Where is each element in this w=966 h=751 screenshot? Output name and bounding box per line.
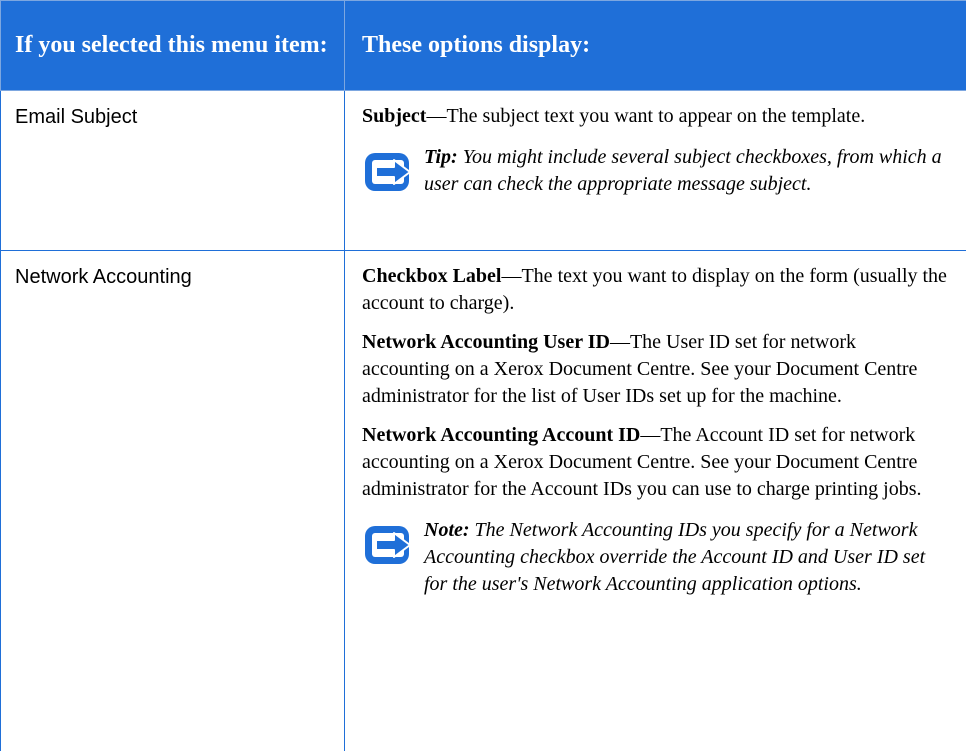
option-description: Network Accounting User ID—The User ID s… [362,329,948,410]
table-header-row: If you selected this menu item: These op… [0,0,966,91]
table-row: Email Subject Subject—The subject text y… [0,90,966,251]
note-text: Note: The Network Accounting IDs you spe… [424,517,948,598]
right-arrow-note-icon [365,526,411,564]
note-label: Note: [424,519,470,541]
note-callout: Note: The Network Accounting IDs you spe… [362,517,948,598]
options-cell: Checkbox Label—The text you want to disp… [344,250,966,751]
note-body: The Network Accounting IDs you specify f… [424,519,926,595]
option-description: Subject—The subject text you want to app… [362,103,948,130]
tip-label: Tip: [424,146,458,168]
option-text: —The subject text you want to appear on … [426,105,866,127]
option-term: Network Accounting User ID [362,331,610,353]
tip-text: Tip: You might include several subject c… [424,144,948,198]
option-description: Checkbox Label—The text you want to disp… [362,263,948,317]
column-header-options: These options display: [344,0,966,91]
menu-item-cell: Email Subject [0,90,345,251]
option-term: Subject [362,105,427,127]
document-page: If you selected this menu item: These op… [0,0,966,751]
column-header-menu-item: If you selected this menu item: [0,0,345,91]
option-term: Checkbox Label [362,265,502,287]
right-arrow-note-icon [365,153,411,191]
options-cell: Subject—The subject text you want to app… [344,90,966,251]
table-row: Network Accounting Checkbox Label—The te… [0,250,966,751]
menu-item-cell: Network Accounting [0,250,345,751]
tip-callout: Tip: You might include several subject c… [362,144,948,198]
option-description: Network Accounting Account ID—The Accoun… [362,422,948,503]
tip-body: You might include several subject checkb… [424,146,942,195]
option-term: Network Accounting Account ID [362,424,641,446]
menu-options-table: If you selected this menu item: These op… [0,0,966,751]
